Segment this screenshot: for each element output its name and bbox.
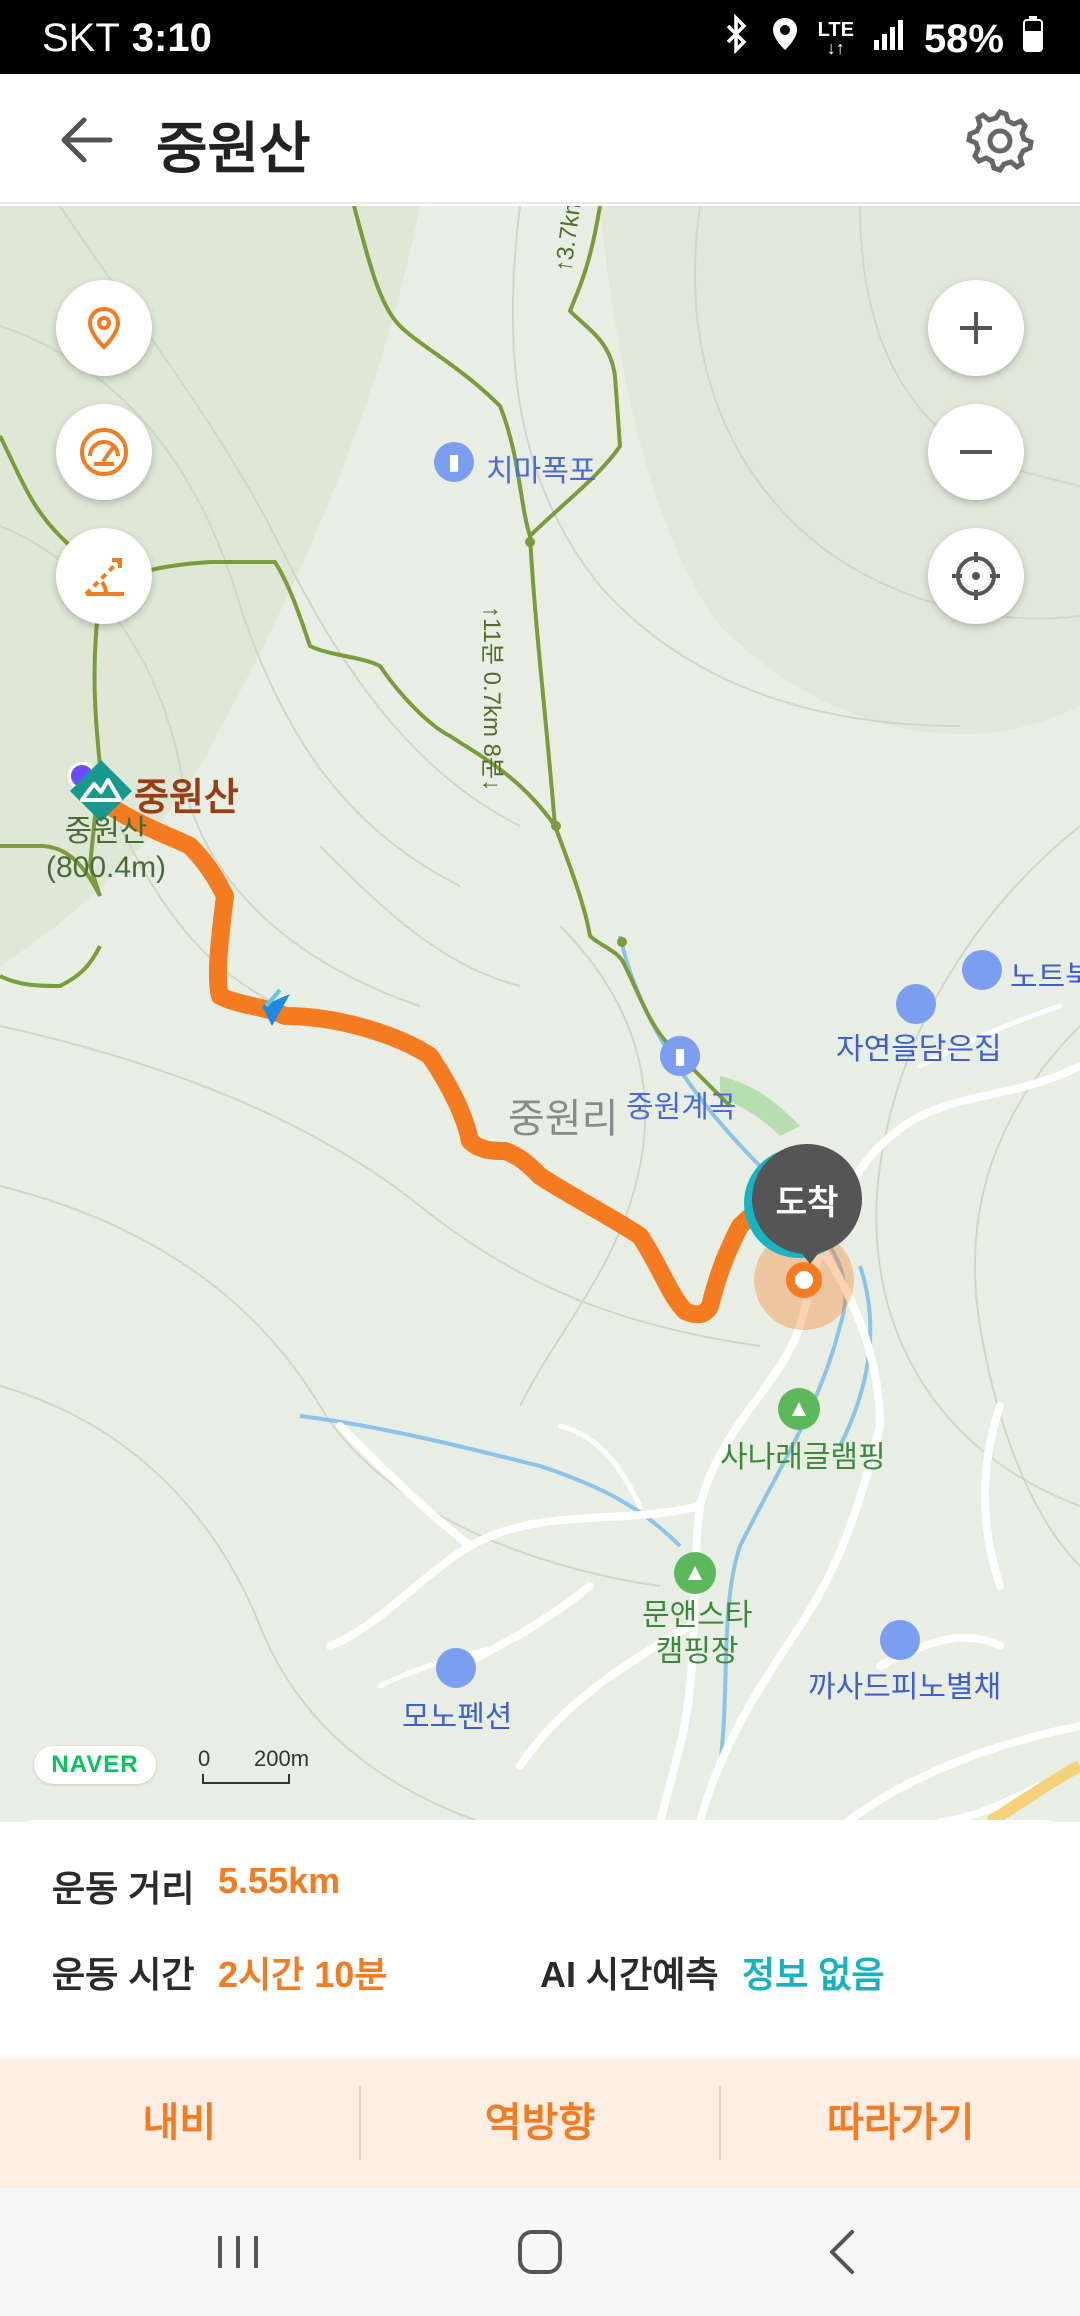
recent-apps-button[interactable] [198, 2222, 278, 2282]
current-location-button[interactable] [928, 528, 1024, 624]
settings-button[interactable] [964, 104, 1036, 176]
navigate-button[interactable]: 내비 [0, 2086, 359, 2160]
route-info-panel: 운동 거리 5.55km 운동 시간 2시간 10분 AI 시간예측 정보 없음 [0, 1820, 1080, 2058]
back-arrow-icon [61, 117, 113, 163]
waterfall-label: 치마폭포 [486, 455, 597, 488]
lodge-1-icon[interactable] [896, 984, 936, 1024]
glamping-tent-icon[interactable]: ▲ [778, 1388, 820, 1430]
system-back-button[interactable] [804, 2222, 884, 2282]
lte-icon: LTE ↓↑ [817, 19, 854, 58]
time-label: 운동 시간 [52, 1954, 195, 1995]
peak-title-label: 중원산 [134, 777, 239, 819]
status-bar: SKT 3:10 LTE ↓↑ 58% [0, 0, 1080, 74]
camping-tent-icon[interactable]: ▲ [674, 1552, 716, 1594]
annex-icon[interactable] [880, 1620, 920, 1660]
speedometer-icon [80, 428, 128, 476]
valley-poi-icon[interactable]: ▮ [660, 1036, 700, 1076]
plus-icon [960, 312, 992, 344]
action-bar: 내비 역방향 따라가기 [0, 2058, 1080, 2188]
speed-button[interactable] [56, 404, 152, 500]
page-title: 중원산 [156, 117, 311, 180]
slope-button[interactable] [56, 528, 152, 624]
valley-label: 중원계곡 [626, 1091, 737, 1124]
annex-label: 까사드피노별채 [808, 1671, 1002, 1704]
pension-icon[interactable] [436, 1648, 476, 1688]
home-button[interactable] [500, 2222, 580, 2282]
poi-toggle-button[interactable] [56, 280, 152, 376]
clock: 3:10 [131, 16, 212, 60]
bluetooth-icon [722, 13, 752, 64]
naver-logo: NAVER [34, 1746, 156, 1784]
arrival-marker-tail [796, 1246, 824, 1264]
system-nav-bar [0, 2188, 1080, 2316]
app-root: SKT 3:10 LTE ↓↑ 58% 중원산 ▮ 치마폭포 ▮ 중원계곡 자연… [0, 0, 1080, 2316]
map-scale: 0 200m [198, 1746, 318, 1786]
location-pin-icon [87, 306, 121, 350]
distance-value: 5.55km [218, 1860, 341, 1901]
distance-label: 운동 거리 [52, 1868, 195, 1909]
location-icon [770, 14, 800, 64]
follow-button[interactable]: 따라가기 [721, 2086, 1080, 2160]
scale-bar [202, 1774, 290, 1784]
slope-angle-icon [84, 558, 124, 596]
camping-label: 문앤스타 캠핑장 [642, 1599, 753, 1668]
arrival-point-icon[interactable] [786, 1262, 822, 1298]
arrival-marker[interactable]: 도착 [752, 1144, 862, 1254]
signal-icon [872, 17, 906, 62]
home-icon [518, 2230, 562, 2274]
reverse-button[interactable]: 역방향 [361, 2086, 720, 2160]
trail-distance-label-b: ↑11분 0.7km 8분↓ [478, 606, 505, 792]
zoom-out-button[interactable] [928, 404, 1024, 500]
zoom-in-button[interactable] [928, 280, 1024, 376]
waterfall-poi-icon[interactable]: ▮ [434, 442, 474, 482]
battery-percent: 58% [923, 16, 1004, 61]
minus-icon [960, 450, 992, 454]
glamping-label: 사나래글램핑 [720, 1441, 886, 1474]
gear-icon [966, 109, 1034, 173]
lodge-1-label: 자연을담은집 [836, 1033, 1002, 1066]
back-button[interactable] [50, 108, 130, 172]
time-value: 2시간 10분 [218, 1954, 388, 1995]
pension-label: 모노펜션 [402, 1701, 513, 1734]
crosshair-icon [952, 552, 1000, 600]
battery-icon [1022, 15, 1044, 63]
scale-zero-label: 0 [198, 1746, 211, 1771]
lodge-2-icon[interactable] [962, 950, 1002, 990]
carrier-label: SKT [42, 16, 120, 60]
map-view[interactable]: ▮ 치마폭포 ▮ 중원계곡 자연을담은집 노트북 ▲ 사나래글램핑 ▲ 문앤스타… [0, 206, 1080, 1822]
chevron-left-icon [830, 2230, 854, 2274]
ai-prediction-value: 정보 없음 [742, 1954, 885, 1995]
recent-apps-icon [218, 2236, 258, 2268]
ai-prediction-label: AI 시간예측 [540, 1954, 719, 1995]
village-label: 중원리 [508, 1097, 619, 1141]
lodge-2-label: 노트북 [1010, 961, 1080, 994]
peak-info-label: 중원산 (800.4m) [46, 815, 167, 884]
scale-value-label: 200m [254, 1746, 310, 1771]
app-header: 중원산 [0, 74, 1080, 204]
